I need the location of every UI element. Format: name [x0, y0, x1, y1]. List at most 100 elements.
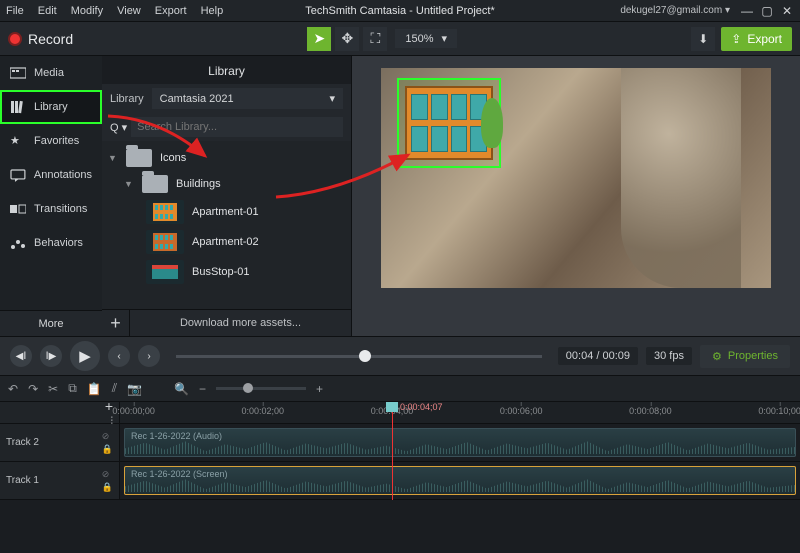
canvas-asset-selected[interactable] — [399, 80, 499, 166]
timeline-clip[interactable]: Rec 1-26-2022 (Screen) — [124, 466, 796, 495]
search-icon[interactable]: Q ▾ — [110, 121, 127, 134]
caret-down-icon: ▼ — [108, 153, 118, 163]
sidebar-item-annotations[interactable]: Annotations — [0, 158, 102, 192]
playback-bar: ◀Ⅰ Ⅰ▶ ▶ ‹ › 00:04 / 00:09 30 fps ⚙Proper… — [0, 336, 800, 376]
track-disable-icon[interactable]: ⊘ — [102, 431, 113, 442]
library-search-input[interactable] — [131, 117, 343, 137]
screenshot-button[interactable]: 📷 — [127, 382, 142, 396]
star-icon: ★ — [10, 134, 26, 148]
tree-folder-icons[interactable]: ▼ Icons — [102, 145, 351, 171]
caret-down-icon: ▼ — [124, 179, 134, 189]
canvas-area[interactable] — [352, 56, 800, 336]
building-graphic — [405, 86, 493, 160]
next-frame-button[interactable]: Ⅰ▶ — [40, 345, 62, 367]
library-download-link[interactable]: Download more assets... — [130, 311, 351, 335]
playback-fps[interactable]: 30 fps — [646, 347, 692, 365]
track-row: Track 2 ⊘ 🔒 Rec 1-26-2022 (Audio) — [0, 424, 800, 462]
menu-export[interactable]: Export — [155, 5, 187, 17]
download-button[interactable]: ⬇ — [691, 27, 715, 51]
sidebar-item-favorites[interactable]: ★ Favorites — [0, 124, 102, 158]
zoom-minus-button[interactable]: − — [199, 382, 206, 396]
tree-folder-label: Icons — [160, 152, 186, 164]
canvas-preview[interactable] — [381, 68, 771, 288]
asset-label: Apartment-02 — [192, 236, 259, 248]
sidebar-item-behaviors[interactable]: Behaviors — [0, 226, 102, 260]
playback-knob[interactable] — [359, 350, 371, 362]
track-lock-icon[interactable]: 🔒 — [102, 444, 113, 455]
timeline-zoom-slider[interactable] — [216, 387, 306, 390]
properties-button[interactable]: ⚙Properties — [700, 345, 790, 368]
sidebar-item-label: Annotations — [34, 169, 92, 181]
asset-apartment-02[interactable]: Apartment-02 — [102, 227, 351, 257]
undo-button[interactable]: ↶ — [8, 382, 18, 396]
redo-button[interactable]: ↷ — [28, 382, 38, 396]
track-disable-icon[interactable]: ⊘ — [102, 469, 113, 480]
cut-button[interactable]: ✂ — [48, 382, 58, 396]
asset-apartment-01[interactable]: Apartment-01 — [102, 197, 351, 227]
timeline-clip[interactable]: Rec 1-26-2022 (Audio) — [124, 428, 796, 457]
user-account[interactable]: dekugel27@gmail.com ▾ — [620, 5, 730, 16]
behavior-icon — [10, 236, 26, 250]
asset-busstop-01[interactable]: BusStop-01 — [102, 257, 351, 287]
split-button[interactable]: ⫽ — [112, 381, 117, 396]
track-body[interactable]: Rec 1-26-2022 (Screen) — [120, 462, 800, 499]
track-body[interactable]: Rec 1-26-2022 (Audio) — [120, 424, 800, 461]
menu-file[interactable]: File — [6, 5, 24, 17]
sidebar-item-media[interactable]: Media — [0, 56, 102, 90]
play-button[interactable]: ▶ — [70, 341, 100, 371]
pointer-tool-button[interactable]: ➤ — [307, 27, 331, 51]
asset-thumbnail — [146, 230, 184, 254]
asset-thumbnail — [146, 260, 184, 284]
playback-time: 00:04 / 00:09 — [558, 347, 638, 365]
ruler-tick: 0:00:06;00 — [500, 406, 543, 416]
sidebar-item-label: Media — [34, 67, 64, 79]
timeline-ruler[interactable]: 0:00:00;00 0:00:02;00 0:00:04;00 0:00:06… — [120, 402, 800, 423]
menu-edit[interactable]: Edit — [38, 5, 57, 17]
menu-modify[interactable]: Modify — [71, 5, 103, 17]
top-toolbar: Record ➤ ✥ ⛶ 150%▾ ⬇ ⇪Export — [0, 22, 800, 56]
step-back-button[interactable]: ‹ — [108, 345, 130, 367]
copy-button[interactable]: ⧉ — [68, 381, 77, 396]
timeline-toolbar: ↶ ↷ ✂ ⧉ 📋 ⫽ 📷 🔍 − + — [0, 376, 800, 402]
asset-label: Apartment-01 — [192, 206, 259, 218]
playhead[interactable]: 0:00:04;07 — [392, 402, 393, 500]
library-icon — [10, 100, 26, 114]
playback-slider[interactable] — [176, 355, 542, 358]
track-name: Track 2 — [6, 437, 39, 448]
library-select-dropdown[interactable]: Camtasia 2021▾ — [152, 88, 343, 109]
crop-tool-button[interactable]: ⛶ — [363, 27, 387, 51]
window-close-icon[interactable]: ✕ — [780, 4, 794, 18]
sidebar-item-library[interactable]: Library — [0, 90, 102, 124]
record-icon — [8, 32, 22, 46]
library-panel-title: Library — [102, 56, 351, 84]
zoom-out-button[interactable]: 🔍 — [174, 382, 189, 396]
ruler-tick: 0:00:00;00 — [112, 406, 155, 416]
playhead-time: 0:00:04;07 — [400, 402, 443, 412]
zoom-plus-button[interactable]: + — [316, 382, 323, 396]
paste-button[interactable]: 📋 — [87, 382, 102, 396]
prev-frame-button[interactable]: ◀Ⅰ — [10, 345, 32, 367]
ruler-tick: 0:00:02;00 — [242, 406, 285, 416]
record-button[interactable]: Record — [8, 31, 73, 47]
track-lock-icon[interactable]: 🔒 — [102, 482, 113, 493]
track-header[interactable]: Track 2 ⊘ 🔒 — [0, 424, 120, 461]
library-add-button[interactable]: + — [102, 310, 130, 336]
step-forward-button[interactable]: › — [138, 345, 160, 367]
sidebar-item-label: Transitions — [34, 203, 87, 215]
menu-view[interactable]: View — [117, 5, 141, 17]
sidebar-item-transitions[interactable]: Transitions — [0, 192, 102, 226]
track-name: Track 1 — [6, 475, 39, 486]
menubar: File Edit Modify View Export Help TechSm… — [0, 0, 800, 22]
window-maximize-icon[interactable]: ▢ — [760, 4, 774, 18]
window-minimize-icon[interactable]: — — [740, 4, 754, 18]
menu-help[interactable]: Help — [201, 5, 224, 17]
track-header[interactable]: Track 1 ⊘ 🔒 — [0, 462, 120, 499]
pan-tool-button[interactable]: ✥ — [335, 27, 359, 51]
sidebar-item-label: Behaviors — [34, 237, 83, 249]
ruler-tick: 0:00:08;00 — [629, 406, 672, 416]
asset-thumbnail — [146, 200, 184, 224]
sidebar-more-button[interactable]: More — [0, 310, 102, 336]
export-button[interactable]: ⇪Export — [721, 27, 792, 51]
tree-folder-buildings[interactable]: ▼ Buildings — [102, 171, 351, 197]
zoom-dropdown[interactable]: 150%▾ — [395, 29, 457, 48]
